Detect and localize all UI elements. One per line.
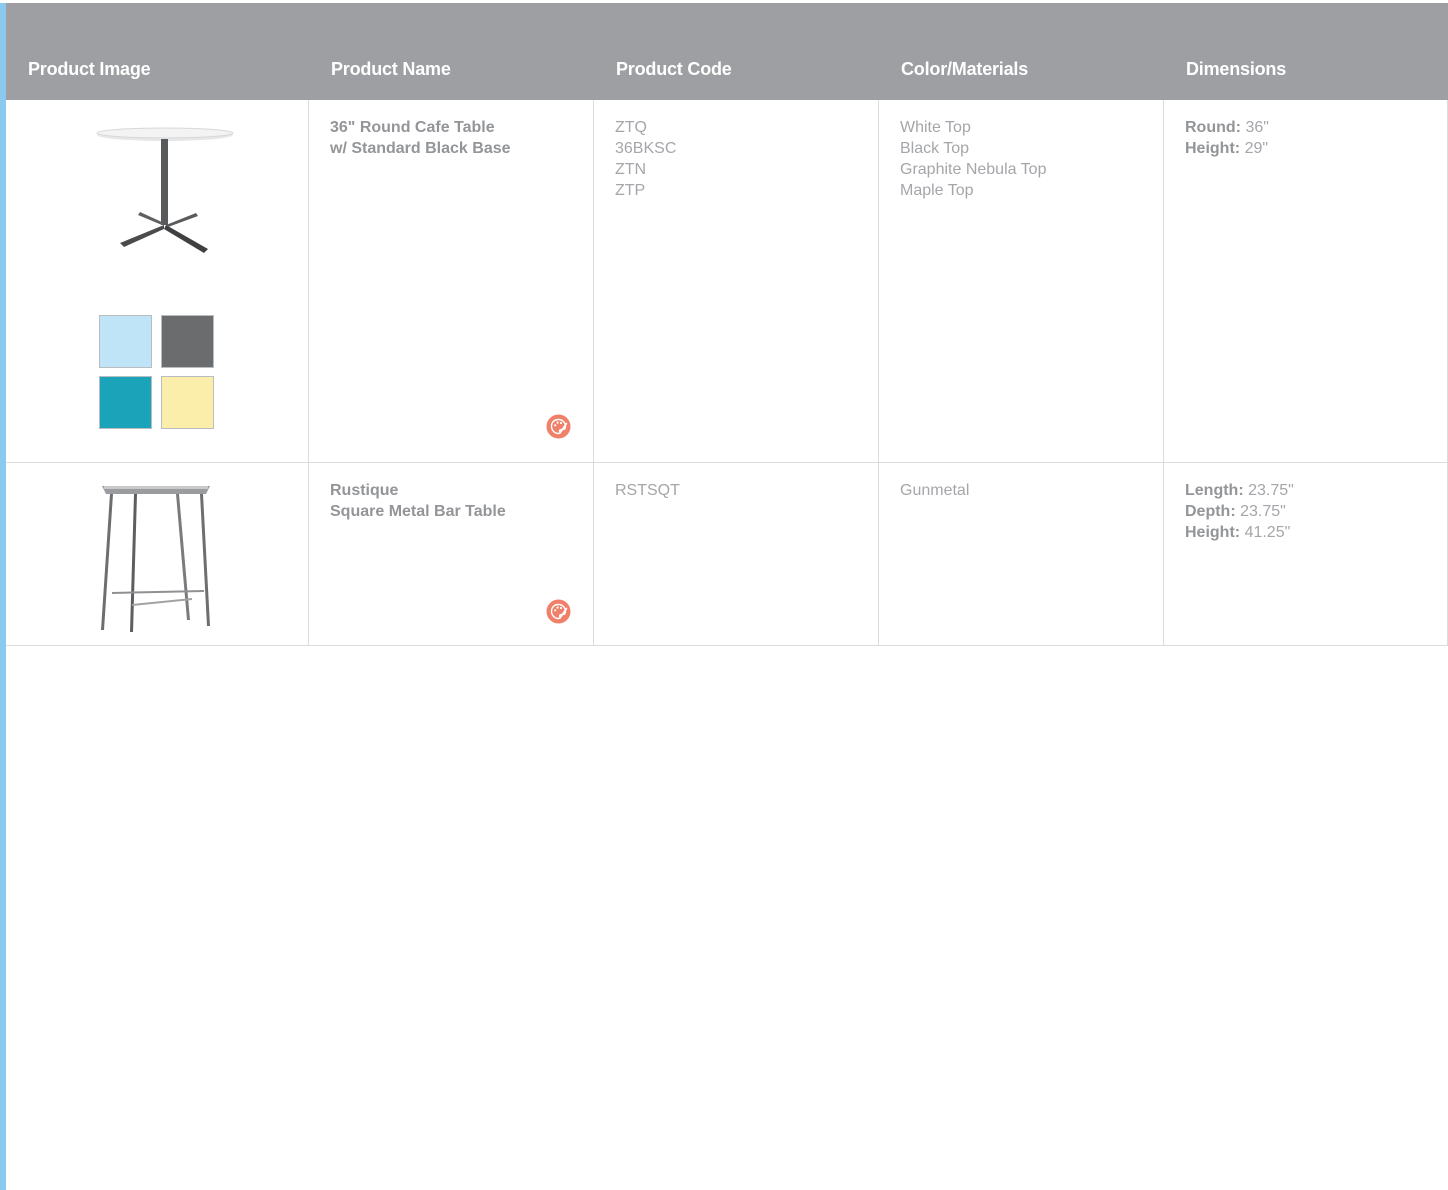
dimension-value: 23.75" [1248,482,1294,499]
dimensions-cell: Round: 36" Height: 29" [1164,100,1448,462]
header-dimensions: Dimensions [1186,59,1287,79]
product-code-cell: ZTQ 36BKSC ZTN ZTP [594,100,879,462]
palette-icon[interactable] [546,599,571,624]
product-name-cell: Rustique Square Metal Bar Table [309,463,594,645]
table-row: 36" Round Cafe Table w/ Standard Black B… [6,100,1448,463]
palette-icon[interactable] [546,414,571,439]
color-material: White Top [900,119,971,136]
product-spec-page: Product Image Product Name Product Code … [0,0,1448,1190]
product-code: ZTP [615,182,646,199]
product-code: ZTN [615,161,647,178]
product-table: Product Image Product Name Product Code … [6,3,1448,646]
dimension-value: 36" [1245,119,1269,136]
dimension-label: Height: [1185,524,1241,541]
product-name-line: Rustique [330,482,399,499]
swatch-black-top [161,315,214,368]
dimension-line: Round: 36" [1185,117,1447,138]
product-image-cell [6,463,309,645]
dimension-value: 41.25" [1244,524,1291,541]
product-image-cell [6,100,309,462]
product-code: 36BKSC [615,140,677,157]
dimension-line: Length: 23.75" [1185,480,1447,501]
color-materials-cell: White Top Black Top Graphite Nebula Top … [879,100,1164,462]
swatch-white-top [99,315,152,368]
dimension-line: Height: 41.25" [1185,522,1447,543]
header-product-code: Product Code [616,59,732,79]
dimension-label: Depth: [1185,503,1236,520]
header-color-materials: Color/Materials [901,59,1029,79]
square-metal-bar-table-image [101,486,210,632]
product-name-cell: 36" Round Cafe Table w/ Standard Black B… [309,100,594,462]
color-materials-cell: Gunmetal [879,463,1164,645]
product-name-line: Square Metal Bar Table [330,503,506,520]
product-code-cell: RSTSQT [594,463,879,645]
round-cafe-table-image [96,127,234,253]
product-name-line: 36" Round Cafe Table [330,119,495,136]
product-name-line: w/ Standard Black Base [330,140,511,157]
dimension-value: 29" [1244,140,1269,157]
dimension-value: 23.75" [1240,503,1286,520]
header-product-image: Product Image [28,59,151,79]
color-swatches [99,315,215,431]
dimension-line: Height: 29" [1185,138,1447,159]
product-code: ZTQ [615,119,647,136]
dimension-label: Length: [1185,482,1244,499]
table-row: Rustique Square Metal Bar Table RSTSQT G… [6,463,1448,646]
swatch-maple-top [161,376,214,429]
color-material: Graphite Nebula Top [900,161,1047,178]
swatch-graphite-nebula-top [99,376,152,429]
header-product-name: Product Name [331,59,451,79]
color-material: Maple Top [900,182,974,199]
dimension-line: Depth: 23.75" [1185,501,1447,522]
dimensions-cell: Length: 23.75" Depth: 23.75" Height: 41.… [1164,463,1448,645]
color-material: Black Top [900,140,970,157]
dimension-label: Height: [1185,140,1241,157]
table-header: Product Image Product Name Product Code … [6,3,1448,100]
color-material: Gunmetal [900,482,970,499]
dimension-label: Round: [1185,119,1241,136]
product-code: RSTSQT [615,482,680,499]
